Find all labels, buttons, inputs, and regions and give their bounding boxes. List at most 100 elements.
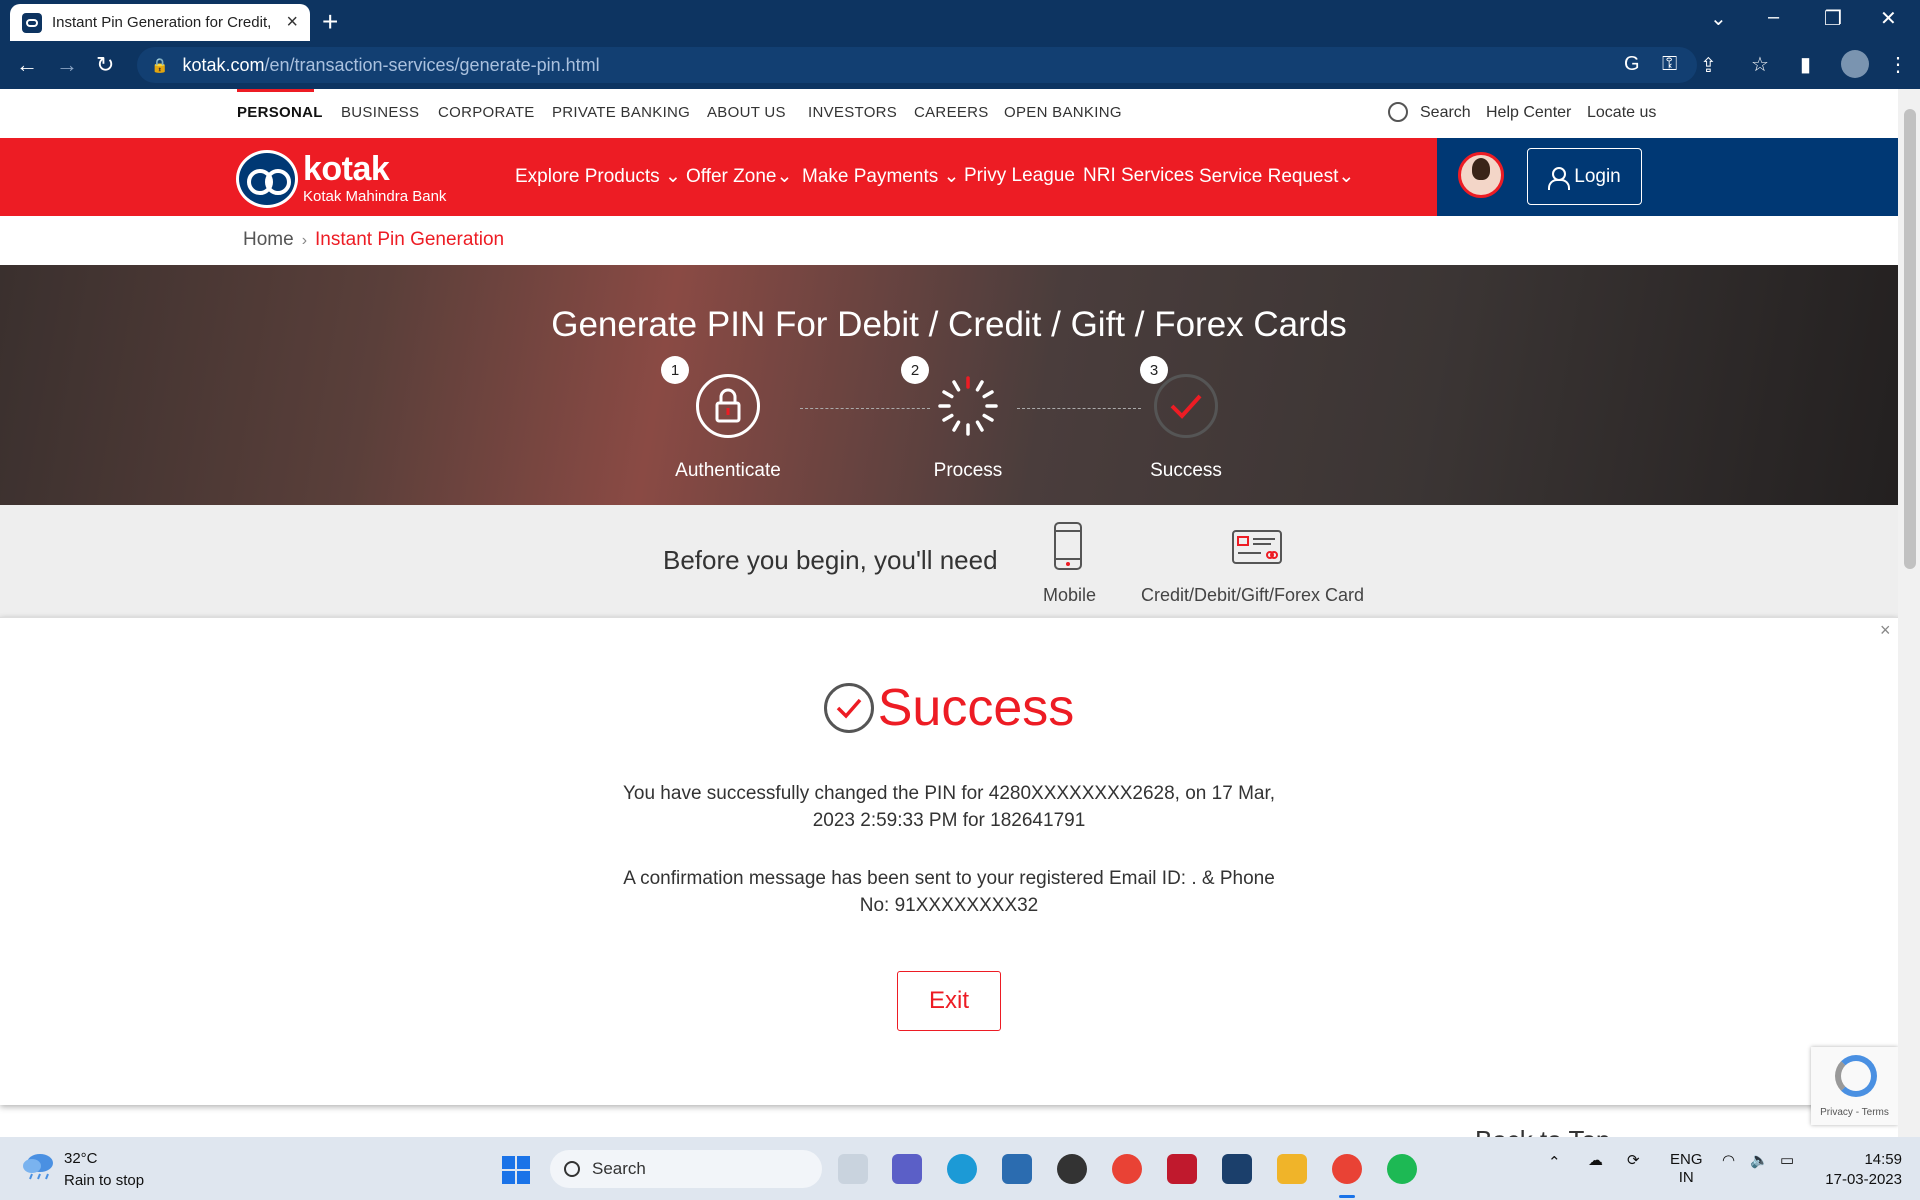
- weather-rain-icon[interactable]: [22, 1151, 56, 1181]
- search-icon[interactable]: [1388, 102, 1408, 122]
- topnav-personal[interactable]: PERSONAL: [237, 104, 323, 121]
- requirements-bar: Before you begin, you'll need Mobile Cre…: [0, 505, 1898, 617]
- check-icon: [1154, 374, 1218, 438]
- chrome-icon[interactable]: [1112, 1154, 1142, 1184]
- success-modal: × Success You have successfully changed …: [0, 617, 1898, 1105]
- topnav-locate-us[interactable]: Locate us: [1587, 104, 1656, 122]
- chrome-menu-icon[interactable]: ⋮: [1888, 52, 1908, 77]
- topnav-help-center[interactable]: Help Center: [1486, 104, 1571, 122]
- logo-text[interactable]: kotak: [303, 150, 390, 189]
- nav-privy-league[interactable]: Privy League: [964, 165, 1075, 187]
- nav-make-payments[interactable]: Make Payments ⌄: [802, 165, 959, 188]
- file-explorer-icon[interactable]: [1277, 1154, 1307, 1184]
- google-lens-icon[interactable]: G: [1624, 53, 1640, 76]
- profile-avatar[interactable]: [1841, 50, 1869, 78]
- user-icon: [1548, 166, 1571, 190]
- chrome-active-icon[interactable]: [1332, 1154, 1362, 1184]
- recaptcha-badge[interactable]: Privacy - Terms: [1811, 1047, 1898, 1125]
- taskbar-search-label: Search: [592, 1159, 646, 1178]
- breadcrumb-current: Instant Pin Generation: [315, 229, 505, 250]
- browser-tabstrip: Instant Pin Generation for Credit, × + ⌄…: [0, 0, 1920, 41]
- breadcrumb: Home › Instant Pin Generation: [243, 229, 504, 251]
- topnav-open-banking[interactable]: OPEN BANKING: [1004, 104, 1122, 121]
- topnav-search[interactable]: Search: [1420, 104, 1471, 122]
- topnav-about-us[interactable]: ABOUT US: [707, 104, 786, 121]
- teams-chat-icon[interactable]: [892, 1154, 922, 1184]
- back-icon[interactable]: ←: [16, 52, 38, 78]
- login-label: Login: [1574, 165, 1621, 187]
- battery-icon[interactable]: ▭: [1780, 1151, 1794, 1169]
- bookmark-star-icon[interactable]: ☆: [1751, 52, 1769, 77]
- assistant-avatar[interactable]: [1458, 152, 1504, 198]
- weather-desc[interactable]: Rain to stop: [64, 1172, 144, 1189]
- breadcrumb-home[interactable]: Home: [243, 229, 294, 250]
- key-icon[interactable]: ⚿: [1662, 53, 1677, 76]
- side-panel-icon[interactable]: ▮: [1800, 52, 1811, 77]
- nav-nri-services[interactable]: NRI Services: [1083, 165, 1194, 187]
- tab-search-chevron-icon[interactable]: ⌄: [1710, 6, 1727, 31]
- nav-service-request[interactable]: Service Request⌄: [1199, 165, 1354, 188]
- volume-icon[interactable]: 🔈: [1750, 1151, 1769, 1169]
- login-button[interactable]: Login: [1527, 148, 1642, 205]
- step-connector: [800, 408, 930, 409]
- topnav-investors[interactable]: INVESTORS: [808, 104, 897, 121]
- nav-offer-zone[interactable]: Offer Zone⌄: [686, 165, 792, 188]
- window-close-icon[interactable]: ✕: [1880, 6, 1897, 31]
- taskbar: 32°C Rain to stop Search ⌃ ☁ ⟳ ENG IN ◠ …: [0, 1137, 1920, 1200]
- topnav-corporate[interactable]: CORPORATE: [438, 104, 535, 121]
- topnav-private-banking[interactable]: PRIVATE BANKING: [552, 104, 690, 121]
- lock-icon[interactable]: 🔒: [151, 57, 168, 74]
- nav-explore-products[interactable]: Explore Products ⌄: [515, 165, 681, 188]
- sync-icon[interactable]: ⟳: [1627, 1151, 1640, 1169]
- exit-button[interactable]: Exit: [897, 971, 1001, 1031]
- onedrive-icon[interactable]: ☁: [1588, 1151, 1603, 1169]
- recaptcha-links[interactable]: Privacy - Terms: [1811, 1107, 1898, 1118]
- windows-start-icon[interactable]: [502, 1156, 530, 1184]
- wifi-icon[interactable]: ◠: [1722, 1151, 1735, 1169]
- page-title: Generate PIN For Debit / Credit / Gift /…: [551, 305, 1347, 344]
- kotak-logo-icon[interactable]: [236, 150, 298, 208]
- modal-close-icon[interactable]: ×: [1880, 620, 1891, 641]
- region-code: IN: [1678, 1169, 1694, 1186]
- mcafee-icon[interactable]: [1167, 1154, 1197, 1184]
- address-bar[interactable]: 🔒 kotak.com/en/transaction-services/gene…: [137, 47, 1717, 83]
- minimize-icon[interactable]: –: [1768, 6, 1779, 29]
- header-login-area: [1437, 138, 1898, 216]
- system-clock[interactable]: 14:59 17-03-2023: [1822, 1150, 1902, 1190]
- tray-overflow-chevron-icon[interactable]: ⌃: [1548, 1153, 1561, 1171]
- browser-toolbar: ← → ↻ 🔒 kotak.com/en/transaction-service…: [0, 41, 1920, 89]
- restore-icon[interactable]: ❐: [1824, 6, 1842, 31]
- step-number: 3: [1140, 356, 1168, 384]
- edge-icon[interactable]: [947, 1154, 977, 1184]
- share-icon[interactable]: ⇪: [1700, 53, 1717, 78]
- requirement-mobile: Mobile: [1043, 585, 1097, 605]
- step-label: Process: [933, 460, 1003, 481]
- spotify-icon[interactable]: [1387, 1154, 1417, 1184]
- weather-temp[interactable]: 32°C: [64, 1150, 98, 1167]
- scrollbar-thumb[interactable]: [1904, 109, 1916, 569]
- back-to-top-link[interactable]: Back to Top: [1475, 1125, 1610, 1137]
- topnav-business[interactable]: BUSINESS: [341, 104, 419, 121]
- store-icon[interactable]: [1002, 1154, 1032, 1184]
- page-scrollbar[interactable]: [1898, 89, 1920, 1137]
- forward-icon[interactable]: →: [56, 52, 78, 78]
- requirement-card: Credit/Debit/Gift/Forex Card: [1141, 585, 1365, 605]
- task-view-icon[interactable]: [838, 1154, 868, 1184]
- step-number: 1: [661, 356, 689, 384]
- search-icon: [564, 1161, 580, 1177]
- recaptcha-icon: [1835, 1055, 1877, 1097]
- spinner-icon: [936, 374, 1000, 438]
- tab-close-icon[interactable]: ×: [286, 11, 298, 34]
- topnav-careers[interactable]: CAREERS: [914, 104, 989, 121]
- new-tab-icon[interactable]: +: [322, 6, 338, 38]
- step-connector: [1017, 408, 1141, 409]
- language-indicator[interactable]: ENG IN: [1670, 1151, 1703, 1187]
- taskbar-search[interactable]: Search: [550, 1150, 822, 1188]
- reload-icon[interactable]: ↻: [96, 52, 114, 78]
- success-message-line2: 2023 2:59:33 PM for 182641791: [812, 810, 1086, 831]
- prime-video-icon[interactable]: [1222, 1154, 1252, 1184]
- dell-icon[interactable]: [1057, 1154, 1087, 1184]
- browser-tab-active[interactable]: Instant Pin Generation for Credit, ×: [10, 4, 310, 41]
- active-indicator: [237, 89, 314, 92]
- success-title: Success: [877, 679, 1075, 737]
